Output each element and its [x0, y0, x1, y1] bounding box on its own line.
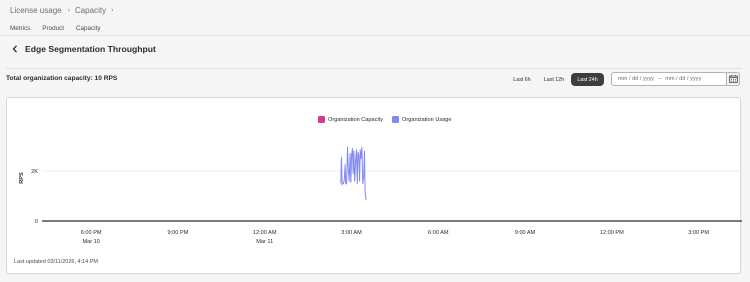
- total-capacity-label: Total organization capacity: 10 RPS: [6, 75, 118, 82]
- end-date-input[interactable]: mm / dd / yyyy: [665, 76, 701, 82]
- range-button-24h[interactable]: Last 24h: [571, 73, 604, 86]
- page-title: Edge Segmentation Throughput: [25, 44, 156, 54]
- legend-label-usage: Organization Usage: [402, 116, 452, 123]
- breadcrumb-capacity[interactable]: Capacity: [75, 6, 106, 15]
- last-updated-text: Last updated 03/11/2026, 4:14 PM: [14, 259, 98, 265]
- legend-label-capacity: Organization Capacity: [328, 116, 384, 123]
- date-range-picker[interactable]: mm / dd / yyyy – mm / dd / yyyy: [611, 72, 727, 86]
- chevron-right-icon: ›: [67, 7, 70, 14]
- divider: [6, 68, 742, 69]
- chart-legend: Organization Capacity Organization Usage: [318, 116, 452, 123]
- breadcrumb-license-usage[interactable]: License usage: [10, 6, 62, 15]
- chevron-left-icon: [12, 45, 17, 53]
- tab-bar: Metrics Product Capacity: [10, 25, 101, 32]
- tab-capacity[interactable]: Capacity: [76, 25, 101, 32]
- calendar-button[interactable]: [726, 72, 740, 86]
- divider: [0, 35, 750, 36]
- legend-swatch-usage: [392, 116, 400, 123]
- range-button-12h[interactable]: Last 12h: [538, 73, 570, 86]
- start-date-input[interactable]: mm / dd / yyyy: [618, 76, 654, 82]
- range-button-6h[interactable]: Last 6h: [506, 73, 538, 86]
- tab-metrics[interactable]: Metrics: [10, 25, 30, 32]
- back-button[interactable]: [9, 43, 21, 55]
- legend-swatch-capacity: [318, 116, 325, 123]
- legend-item-usage[interactable]: Organization Usage: [392, 116, 452, 123]
- date-separator: –: [658, 76, 662, 82]
- tab-product[interactable]: Product: [42, 25, 64, 32]
- chevron-right-icon: ›: [111, 7, 114, 14]
- breadcrumb: License usage › Capacity ›: [10, 6, 113, 15]
- calendar-icon: [728, 75, 738, 83]
- chart-card: [6, 97, 741, 274]
- legend-item-capacity[interactable]: Organization Capacity: [318, 116, 383, 123]
